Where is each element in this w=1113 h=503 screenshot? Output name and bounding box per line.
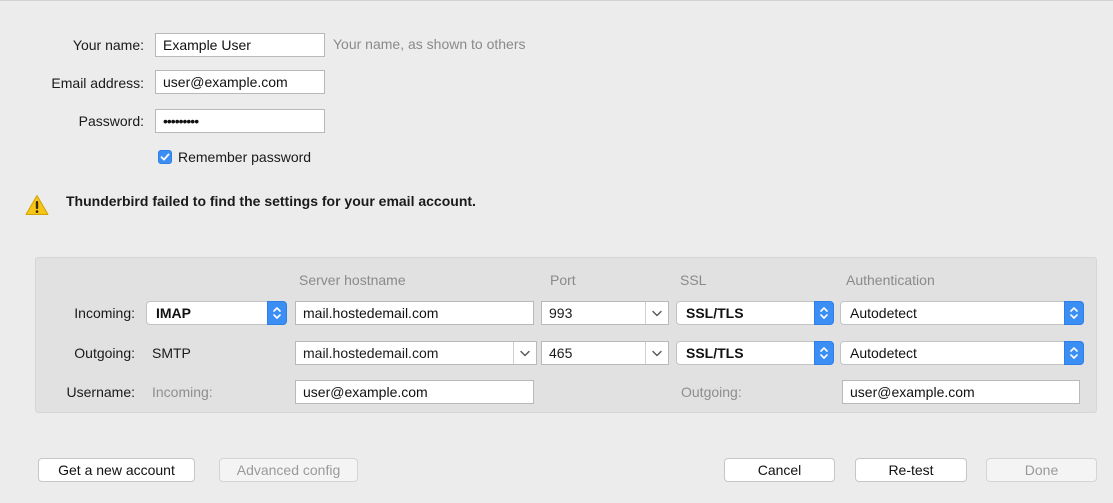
outgoing-auth-select[interactable]: Autodetect — [840, 341, 1084, 365]
outgoing-hostname-combobox[interactable]: mail.hostedemail.com — [295, 341, 537, 365]
stepper-arrows-icon — [814, 301, 834, 325]
incoming-label: Incoming: — [74, 305, 135, 321]
column-header-port: Port — [550, 272, 576, 288]
incoming-port-combobox[interactable]: 993 — [541, 301, 669, 325]
column-header-authentication: Authentication — [846, 272, 935, 288]
remember-password-label: Remember password — [178, 149, 312, 165]
outgoing-auth-value: Autodetect — [850, 345, 917, 361]
incoming-ssl-select[interactable]: SSL/TLS — [676, 301, 834, 325]
incoming-auth-select[interactable]: Autodetect — [840, 301, 1084, 325]
stepper-arrows-icon — [814, 341, 834, 365]
remember-password-checkbox[interactable] — [158, 150, 172, 164]
outgoing-port-combobox[interactable]: 465 — [541, 341, 669, 365]
column-header-hostname: Server hostname — [299, 272, 406, 288]
chevron-down-icon[interactable] — [513, 342, 536, 364]
cancel-button[interactable]: Cancel — [724, 458, 835, 482]
outgoing-protocol: SMTP — [152, 345, 191, 361]
your-name-input[interactable] — [155, 33, 325, 57]
username-label: Username: — [66, 384, 135, 400]
column-header-ssl: SSL — [680, 272, 707, 288]
outgoing-ssl-select[interactable]: SSL/TLS — [676, 341, 834, 365]
incoming-port-value: 993 — [549, 305, 573, 321]
outgoing-hostname-value: mail.hostedemail.com — [303, 345, 439, 361]
done-button[interactable]: Done — [986, 458, 1097, 482]
incoming-protocol-select[interactable]: IMAP — [146, 301, 287, 325]
your-name-label: Your name: — [72, 37, 144, 53]
get-new-account-button[interactable]: Get a new account — [38, 458, 195, 482]
chevron-down-icon[interactable] — [645, 302, 668, 324]
email-address-label: Email address: — [51, 75, 144, 91]
incoming-username-input[interactable] — [295, 380, 534, 404]
outgoing-ssl-value: SSL/TLS — [686, 345, 744, 361]
window-top-border — [0, 0, 1113, 1]
password-label: Password: — [78, 113, 144, 129]
advanced-config-button[interactable]: Advanced config — [219, 458, 358, 482]
stepper-arrows-icon — [267, 301, 287, 325]
your-name-hint: Your name, as shown to others — [333, 36, 526, 52]
username-outgoing-label: Outgoing: — [681, 384, 742, 400]
checkmark-icon — [160, 153, 170, 161]
retest-button[interactable]: Re-test — [855, 458, 967, 482]
stepper-arrows-icon — [1064, 341, 1084, 365]
incoming-hostname-input[interactable] — [295, 301, 534, 325]
incoming-auth-value: Autodetect — [850, 305, 917, 321]
email-address-input[interactable] — [155, 70, 325, 94]
chevron-down-icon[interactable] — [645, 342, 668, 364]
outgoing-username-input[interactable] — [842, 380, 1080, 404]
incoming-protocol-value: IMAP — [156, 305, 191, 321]
password-input[interactable] — [155, 109, 325, 133]
incoming-ssl-value: SSL/TLS — [686, 305, 744, 321]
stepper-arrows-icon — [1064, 301, 1084, 325]
outgoing-label: Outgoing: — [74, 345, 135, 361]
warning-triangle-icon — [25, 194, 49, 219]
warning-message: Thunderbird failed to find the settings … — [66, 193, 476, 209]
username-incoming-label: Incoming: — [152, 384, 213, 400]
outgoing-port-value: 465 — [549, 345, 573, 361]
